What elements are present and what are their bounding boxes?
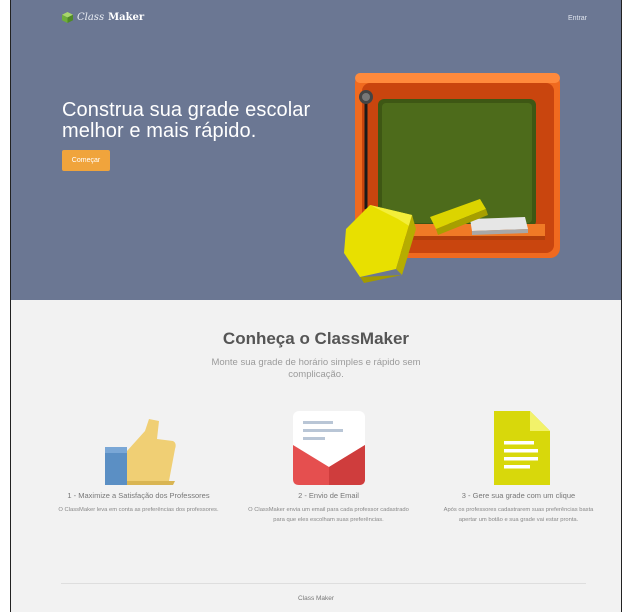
feature-card: 2 - Envio de Email O ClassMaker envia um… <box>241 405 416 555</box>
brand-name-part1: Class <box>77 12 105 23</box>
chalkboard-illustration <box>344 73 560 283</box>
feature-card: 3 - Gere sua grade com um clique Após os… <box>431 405 606 555</box>
login-link[interactable]: Entrar <box>568 15 587 22</box>
feature-title: 3 - Gere sua grade com um clique <box>461 491 576 500</box>
intro-title: Conheça o ClassMaker <box>222 329 410 348</box>
document-icon <box>493 411 550 485</box>
thumbs-up-icon <box>104 419 176 485</box>
footer-text: Class Maker <box>297 595 335 602</box>
brand-logo[interactable]: Class Maker <box>62 12 144 23</box>
hero-title: Construa sua grade escolar melhor e mais… <box>62 99 311 142</box>
brand-name-part2: Maker <box>108 12 145 23</box>
footer-divider <box>61 583 586 584</box>
feature-title: 2 - Envio de Email <box>298 491 359 500</box>
envelope-icon <box>292 411 365 485</box>
features-row: 1 - Maximize a Satisfação dos Professore… <box>51 405 606 555</box>
start-button[interactable]: Começar <box>62 150 110 171</box>
page: Class Maker Entrar Construa sua grade es… <box>10 0 622 612</box>
feature-card: 1 - Maximize a Satisfação dos Professore… <box>51 405 226 555</box>
feature-text: Após os professores cadastrarem suas pre… <box>443 507 594 523</box>
hero-section: Class Maker Entrar Construa sua grade es… <box>11 0 621 300</box>
feature-title: 1 - Maximize a Satisfação dos Professore… <box>67 491 210 500</box>
feature-text: O ClassMaker leva em conta as preferênci… <box>58 507 219 513</box>
intro-subtitle: Monte sua grade de horário simples e ráp… <box>211 357 421 380</box>
feature-text: O ClassMaker envia um email para cada pr… <box>248 507 409 523</box>
cube-logo-icon <box>62 12 73 23</box>
